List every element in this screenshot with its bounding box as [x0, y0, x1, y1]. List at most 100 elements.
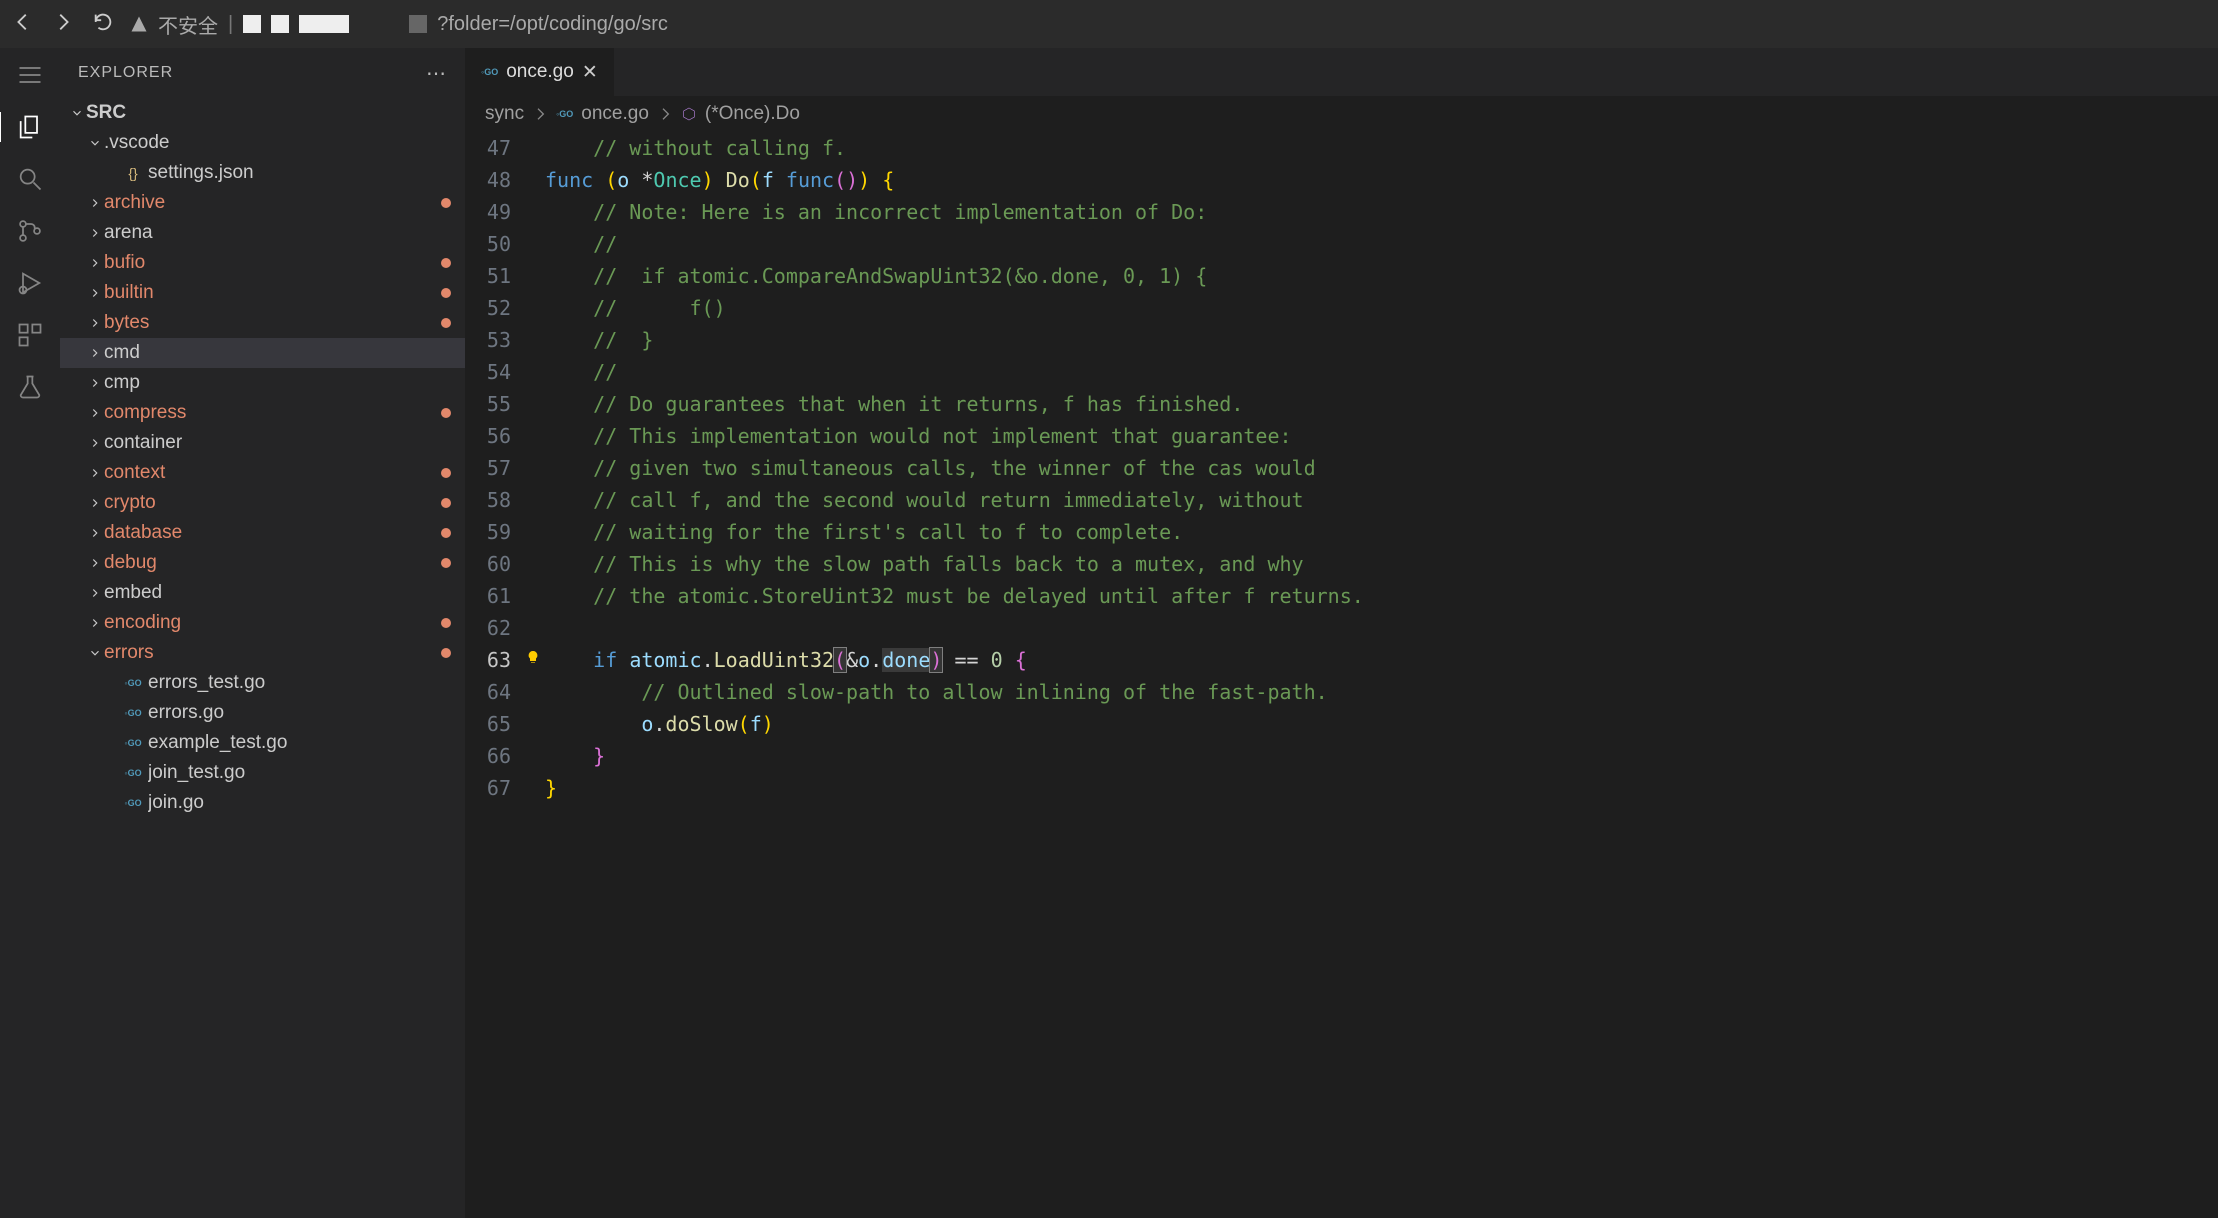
- folder-item[interactable]: errors: [60, 638, 465, 668]
- code-line[interactable]: 62: [465, 612, 2218, 644]
- activity-bar: [0, 48, 60, 1218]
- code-line[interactable]: 58 // call f, and the second would retur…: [465, 484, 2218, 516]
- modified-dot-icon: [441, 288, 451, 298]
- back-icon[interactable]: [12, 11, 34, 38]
- code-line[interactable]: 67}: [465, 772, 2218, 804]
- folder-item[interactable]: debug: [60, 548, 465, 578]
- folder-item[interactable]: bytes: [60, 308, 465, 338]
- chevron-icon: [86, 376, 104, 390]
- folder-item[interactable]: crypto: [60, 488, 465, 518]
- folder-item[interactable]: builtin: [60, 278, 465, 308]
- chevron-icon: [86, 496, 104, 510]
- go-icon: ◦GO: [122, 768, 144, 778]
- code-line[interactable]: 47 // without calling f.: [465, 132, 2218, 164]
- reload-icon[interactable]: [92, 11, 114, 38]
- modified-dot-icon: [441, 558, 451, 568]
- tab-once-go[interactable]: ◦GO once.go ✕: [465, 48, 614, 96]
- flask-icon[interactable]: [15, 372, 45, 402]
- symbol-method-icon: [681, 106, 697, 122]
- folder-item[interactable]: arena: [60, 218, 465, 248]
- folder-item[interactable]: encoding: [60, 608, 465, 638]
- folder-item[interactable]: archive: [60, 188, 465, 218]
- url-bar[interactable]: 不安全 | ?folder=/opt/coding/go/src: [130, 10, 668, 39]
- sidebar: EXPLORER ⋯ SRC .vscode{}settings.jsonarc…: [60, 48, 465, 1218]
- chevron-icon: [86, 346, 104, 360]
- file-item[interactable]: ◦GOerrors_test.go: [60, 668, 465, 698]
- code-line[interactable]: 57 // given two simultaneous calls, the …: [465, 452, 2218, 484]
- chevron-icon: [86, 586, 104, 600]
- insecure-label: 不安全: [158, 10, 218, 39]
- breadcrumb[interactable]: sync ◦GO once.go (*Once).Do: [465, 96, 2218, 132]
- file-item[interactable]: {}settings.json: [60, 158, 465, 188]
- go-icon: ◦GO: [556, 109, 573, 119]
- chevron-right-icon: [532, 106, 548, 122]
- source-control-icon[interactable]: [15, 216, 45, 246]
- modified-dot-icon: [441, 648, 451, 658]
- go-icon: ◦GO: [122, 678, 144, 688]
- file-tree: SRC .vscode{}settings.jsonarchivearenabu…: [60, 98, 465, 1218]
- code-line[interactable]: 53 // }: [465, 324, 2218, 356]
- file-item[interactable]: ◦GOerrors.go: [60, 698, 465, 728]
- extensions-icon[interactable]: [15, 320, 45, 350]
- code-line[interactable]: 48func (o *Once) Do(f func()) {: [465, 164, 2218, 196]
- sidebar-title: EXPLORER: [78, 64, 173, 82]
- go-icon: ◦GO: [122, 708, 144, 718]
- code-line[interactable]: 55 // Do guarantees that when it returns…: [465, 388, 2218, 420]
- code-line[interactable]: 52 // f(): [465, 292, 2218, 324]
- file-item[interactable]: ◦GOjoin.go: [60, 788, 465, 818]
- folder-item[interactable]: compress: [60, 398, 465, 428]
- code-editor[interactable]: 47 // without calling f.48func (o *Once)…: [465, 132, 2218, 1218]
- folder-item[interactable]: cmp: [60, 368, 465, 398]
- code-line[interactable]: 49 // Note: Here is an incorrect impleme…: [465, 196, 2218, 228]
- chevron-icon: [86, 466, 104, 480]
- code-line[interactable]: 63 if atomic.LoadUint32(&o.done) == 0 {: [465, 644, 2218, 676]
- modified-dot-icon: [441, 318, 451, 328]
- folder-item[interactable]: container: [60, 428, 465, 458]
- modified-dot-icon: [441, 528, 451, 538]
- chevron-icon: [86, 136, 104, 150]
- forward-icon[interactable]: [52, 11, 74, 38]
- chevron-icon: [86, 226, 104, 240]
- folder-item[interactable]: embed: [60, 578, 465, 608]
- debug-icon[interactable]: [15, 268, 45, 298]
- chevron-icon: [86, 316, 104, 330]
- code-line[interactable]: 65 o.doSlow(f): [465, 708, 2218, 740]
- chevron-icon: [86, 256, 104, 270]
- folder-item[interactable]: bufio: [60, 248, 465, 278]
- code-line[interactable]: 54 //: [465, 356, 2218, 388]
- code-line[interactable]: 50 //: [465, 228, 2218, 260]
- code-line[interactable]: 61 // the atomic.StoreUint32 must be del…: [465, 580, 2218, 612]
- more-icon[interactable]: ⋯: [426, 61, 447, 86]
- chevron-icon: [86, 556, 104, 570]
- chevron-icon: [86, 646, 104, 660]
- file-item[interactable]: ◦GOjoin_test.go: [60, 758, 465, 788]
- chevron-right-icon: [657, 106, 673, 122]
- chevron-icon: [86, 526, 104, 540]
- lightbulb-icon[interactable]: [525, 650, 541, 666]
- file-item[interactable]: ◦GOexample_test.go: [60, 728, 465, 758]
- folder-item[interactable]: database: [60, 518, 465, 548]
- folder-item[interactable]: cmd: [60, 338, 465, 368]
- modified-dot-icon: [441, 258, 451, 268]
- modified-dot-icon: [441, 408, 451, 418]
- code-line[interactable]: 56 // This implementation would not impl…: [465, 420, 2218, 452]
- folder-item[interactable]: context: [60, 458, 465, 488]
- modified-dot-icon: [441, 618, 451, 628]
- menu-icon[interactable]: [15, 60, 45, 90]
- code-line[interactable]: 51 // if atomic.CompareAndSwapUint32(&o.…: [465, 260, 2218, 292]
- code-line[interactable]: 60 // This is why the slow path falls ba…: [465, 548, 2218, 580]
- modified-dot-icon: [441, 498, 451, 508]
- code-line[interactable]: 59 // waiting for the first's call to f …: [465, 516, 2218, 548]
- close-icon[interactable]: ✕: [582, 61, 598, 84]
- tree-root[interactable]: SRC: [60, 98, 465, 128]
- search-icon[interactable]: [15, 164, 45, 194]
- insecure-icon: [130, 15, 148, 33]
- code-line[interactable]: 66 }: [465, 740, 2218, 772]
- tab-bar: ◦GO once.go ✕: [465, 48, 2218, 96]
- code-line[interactable]: 64 // Outlined slow-path to allow inlini…: [465, 676, 2218, 708]
- chevron-icon: [86, 196, 104, 210]
- folder-item[interactable]: .vscode: [60, 128, 465, 158]
- chevron-icon: [86, 436, 104, 450]
- go-icon: ◦GO: [122, 798, 144, 808]
- explorer-icon[interactable]: [0, 112, 59, 142]
